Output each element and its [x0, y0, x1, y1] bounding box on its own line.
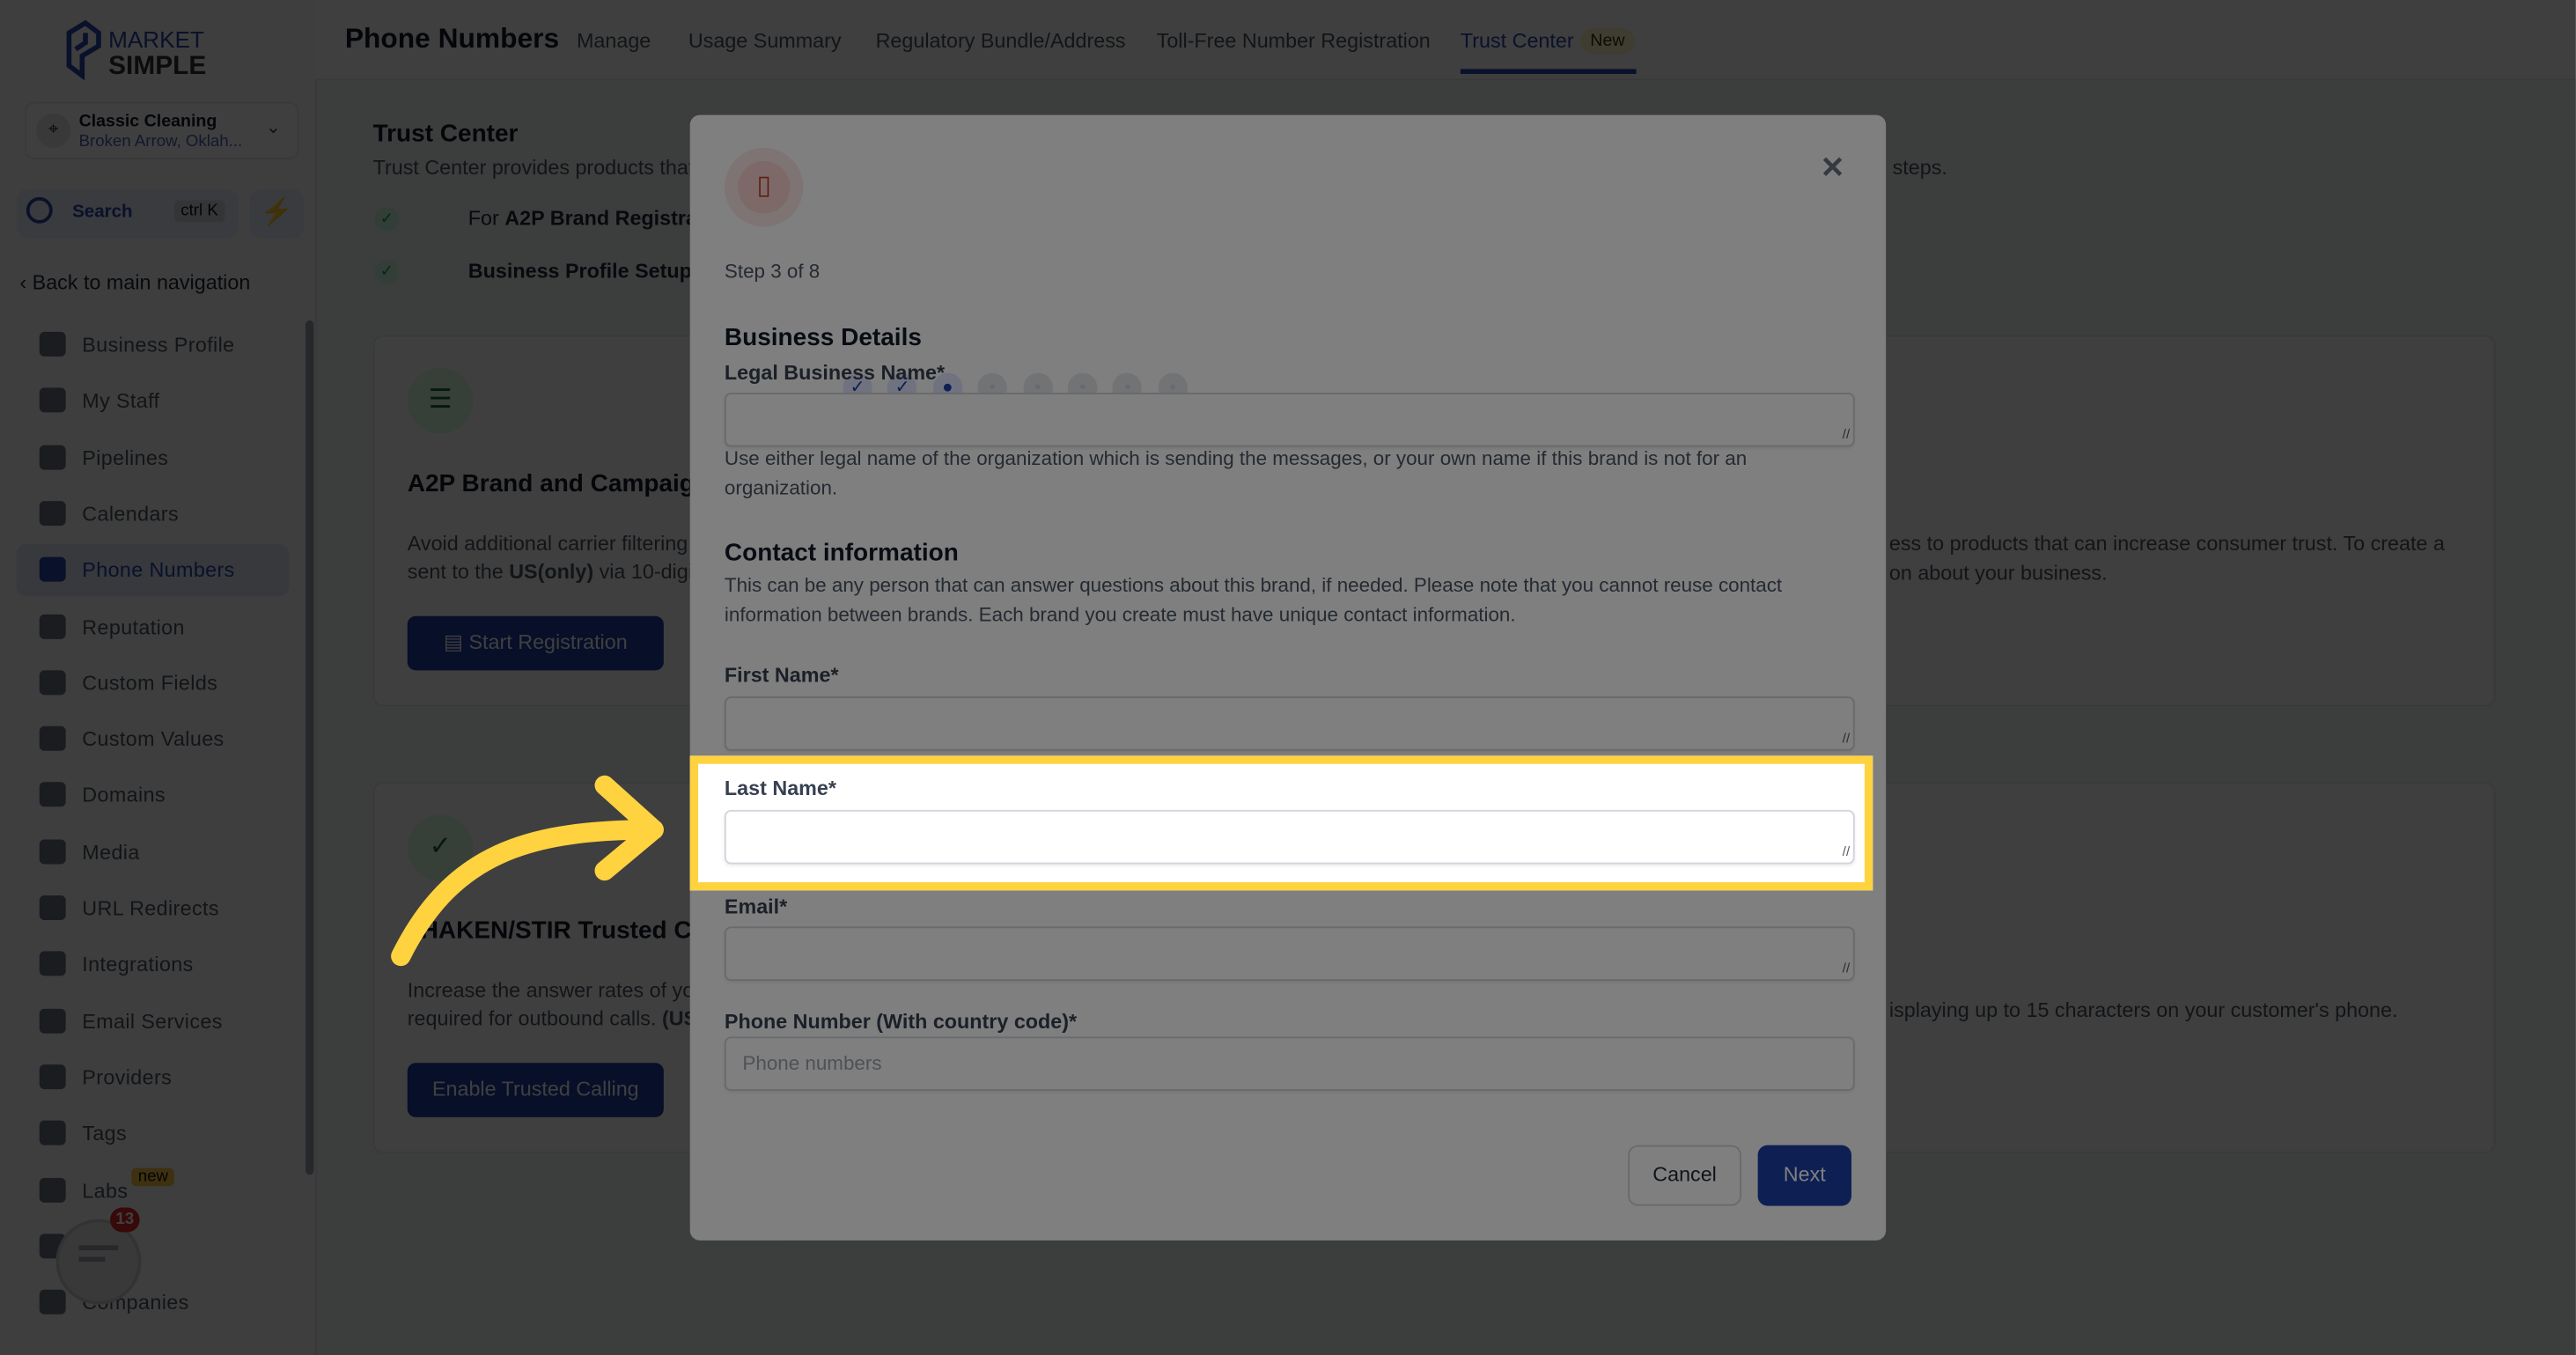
- app: MARKET SIMPLE ⌖ Classic Cleaning Broken …: [0, 0, 2576, 1355]
- pointer-arrow-icon: [391, 775, 664, 967]
